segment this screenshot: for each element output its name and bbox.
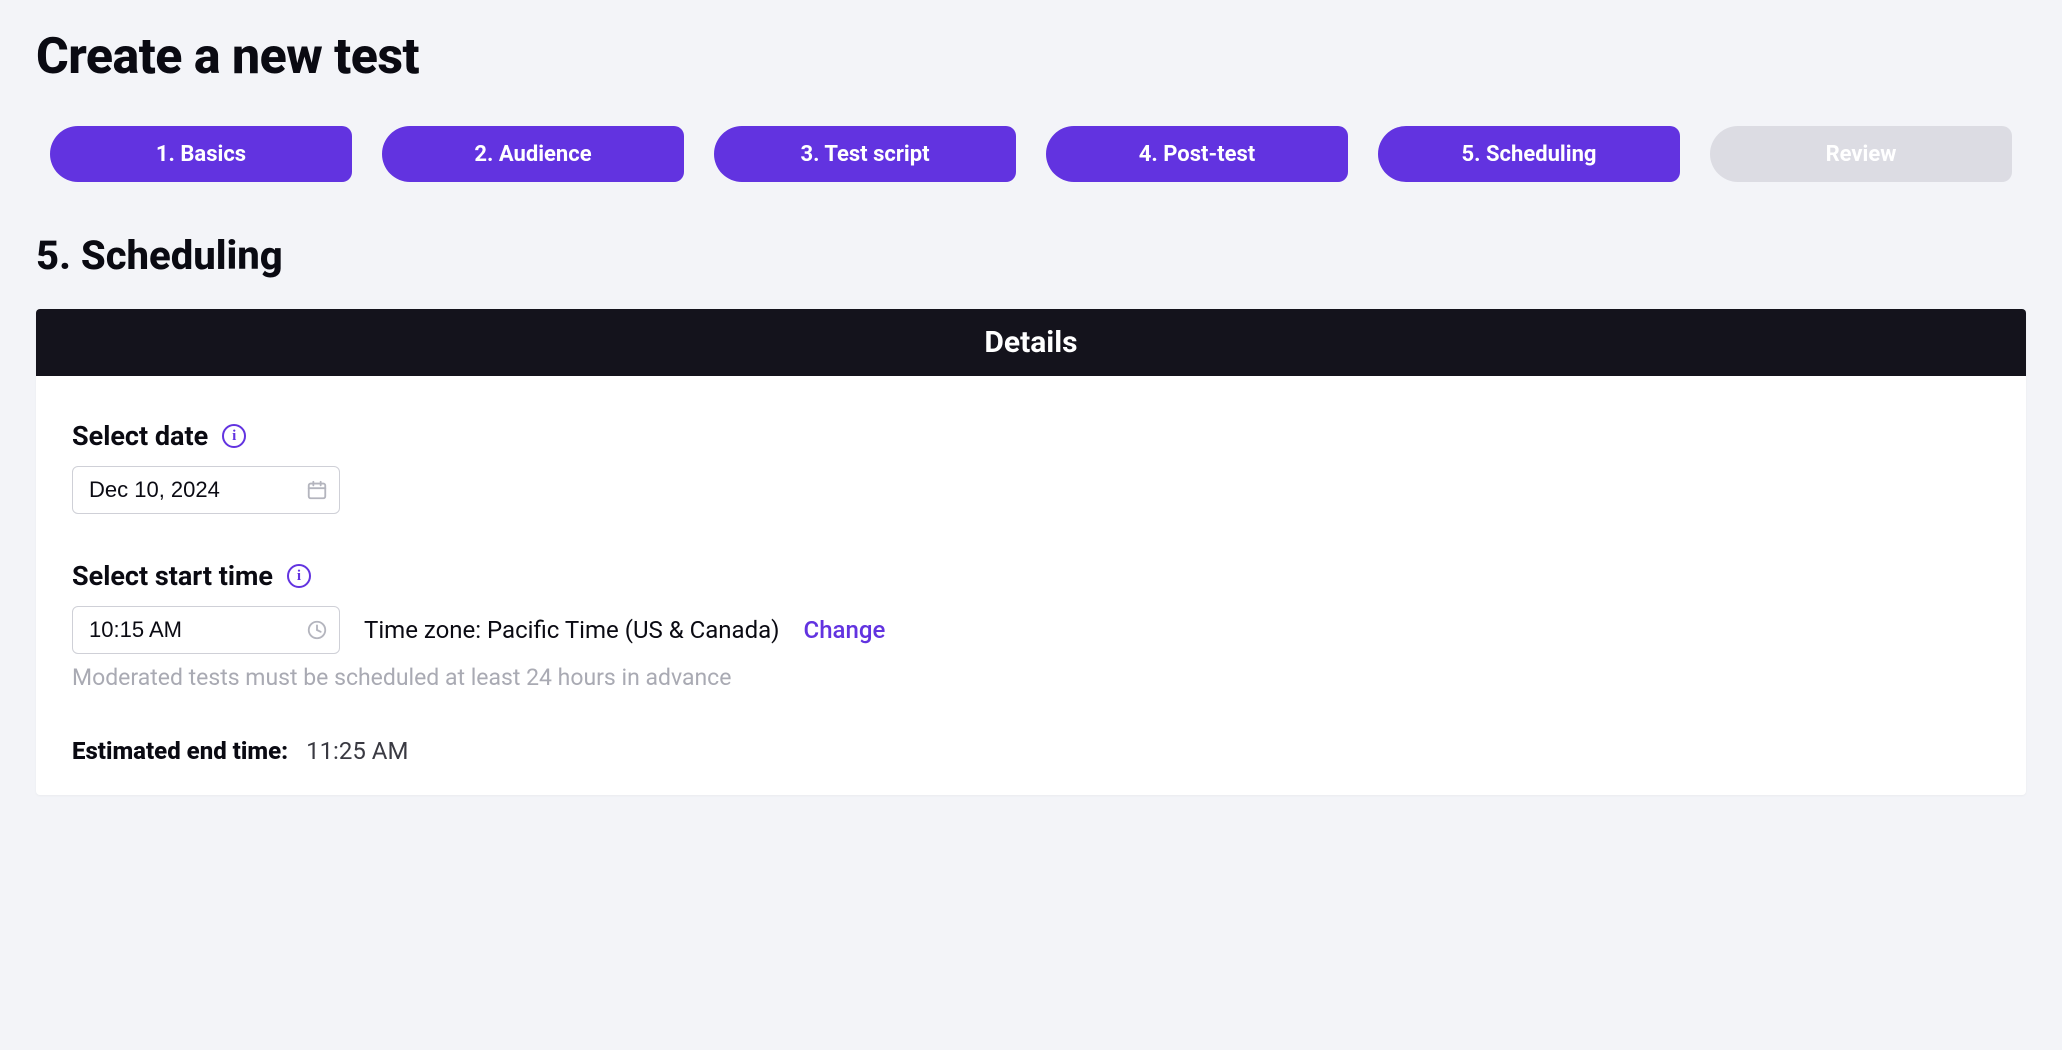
card-header: Details	[36, 309, 2026, 376]
time-field: Select start time i	[72, 560, 1990, 691]
timezone-text: Time zone: Pacific Time (US & Canada)	[364, 616, 780, 644]
step-post-test[interactable]: 4. Post-test	[1046, 126, 1348, 182]
date-input[interactable]	[72, 466, 340, 514]
end-time-row: Estimated end time: 11:25 AM	[72, 737, 1990, 765]
step-review: Review	[1710, 126, 2012, 182]
info-icon[interactable]: i	[287, 564, 311, 588]
step-scheduling[interactable]: 5. Scheduling	[1378, 126, 1680, 182]
step-basics[interactable]: 1. Basics	[50, 126, 352, 182]
date-label: Select date	[72, 420, 208, 452]
details-card: Details Select date i	[36, 309, 2026, 795]
clock-icon[interactable]	[306, 619, 328, 641]
section-title: 5. Scheduling	[36, 232, 2026, 279]
change-timezone-link[interactable]: Change	[804, 616, 886, 644]
calendar-icon[interactable]	[306, 479, 328, 501]
date-field: Select date i	[72, 420, 1990, 514]
step-audience[interactable]: 2. Audience	[382, 126, 684, 182]
page-title: Create a new test	[36, 28, 2026, 86]
end-time-label: Estimated end time:	[72, 737, 288, 765]
time-helper-text: Moderated tests must be scheduled at lea…	[72, 664, 1990, 691]
step-test-script[interactable]: 3. Test script	[714, 126, 1016, 182]
time-input[interactable]	[72, 606, 340, 654]
end-time-value: 11:25 AM	[306, 737, 408, 765]
info-icon[interactable]: i	[222, 424, 246, 448]
time-label: Select start time	[72, 560, 273, 592]
stepper: 1. Basics 2. Audience 3. Test script 4. …	[50, 126, 2012, 182]
